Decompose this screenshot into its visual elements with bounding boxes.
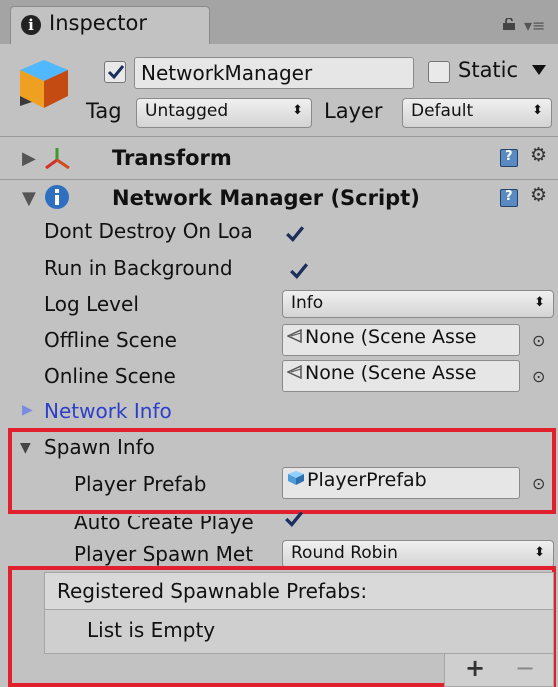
check-icon [107,65,125,80]
layer-dropdown[interactable]: Default ⬍ [402,98,552,128]
log-level-dropdown[interactable]: Info ⬍ [282,290,554,318]
network-manager-title[interactable]: Network Manager (Script) [112,186,420,210]
updown-arrow-icon: ⬍ [292,103,303,118]
dont-destroy-checkbox[interactable] [282,222,305,244]
player-prefab-label: Player Prefab [74,472,207,496]
transform-title[interactable]: Transform [112,146,232,170]
layer-label: Layer [324,99,383,123]
tag-value: Untagged [145,101,229,121]
object-picker-icon[interactable]: ⊙ [532,367,545,386]
object-picker-icon[interactable]: ⊙ [532,331,545,350]
offline-scene-label: Offline Scene [44,328,177,352]
spawnable-list-body: List is Empty [44,610,554,654]
prefab-icon [288,471,304,485]
spawn-info-foldout[interactable]: Spawn Info [44,435,155,459]
tag-label: Tag [86,99,122,123]
updown-arrow-icon: ⬍ [534,545,545,560]
help-book-icon[interactable] [500,189,518,207]
object-picker-icon[interactable]: ⊙ [532,474,545,493]
lock-icon[interactable] [502,18,516,30]
tab-inspector[interactable]: i Inspector [10,6,210,44]
offline-scene-field[interactable]: None (Scene Asse [282,324,520,356]
scene-asset-icon [287,365,302,379]
static-dropdown-icon[interactable] [532,65,546,75]
gameobject-name-field[interactable]: NetworkManager [134,57,414,89]
info-icon: i [21,15,41,35]
spawn-method-dropdown[interactable]: Round Robin ⬍ [282,540,554,568]
gear-icon[interactable]: ⚙ [530,144,547,166]
check-icon [285,512,304,528]
online-scene-value: None (Scene Asse [305,362,477,384]
add-icon[interactable]: + [465,654,485,682]
dont-destroy-label: Dont Destroy On Loa [44,219,253,243]
tag-dropdown[interactable]: Untagged ⬍ [136,98,312,128]
player-prefab-value: PlayerPrefab [307,469,427,491]
updown-arrow-icon: ⬍ [532,103,543,118]
layer-value: Default [411,101,474,121]
spawn-info-foldout-arrow[interactable]: ▼ [20,440,31,456]
static-label: Static [458,58,519,82]
transform-foldout-arrow[interactable]: ▶ [22,148,36,169]
help-book-icon[interactable] [500,149,518,167]
network-manager-foldout-arrow[interactable]: ▼ [22,188,36,209]
spawnable-list-footer: + − [444,654,554,687]
log-level-label: Log Level [44,292,139,316]
remove-icon[interactable]: − [515,654,535,682]
network-info-foldout-arrow[interactable]: ▶ [22,402,33,418]
tab-label: Inspector [49,11,147,35]
spawn-method-label: Player Spawn Met [74,542,254,566]
log-level-value: Info [291,293,324,313]
gameobject-active-checkbox[interactable] [104,61,126,83]
run-background-label: Run in Background [44,256,233,280]
spawnable-list-header: Registered Spawnable Prefabs: [44,572,554,610]
offline-scene-value: None (Scene Asse [305,326,477,348]
gear-icon[interactable]: ⚙ [530,184,547,206]
list-empty-text: List is Empty [87,618,216,642]
check-icon [290,263,309,280]
script-icon [45,185,69,209]
transform-icon [45,148,70,170]
gameobject-header: NetworkManager Static Tag Untagged ⬍ Lay… [0,44,558,137]
static-checkbox[interactable] [428,61,450,83]
gameobject-cube-icon [20,60,68,108]
run-background-checkbox[interactable] [286,259,309,281]
online-scene-field[interactable]: None (Scene Asse [282,360,520,392]
menu-icon[interactable]: ▾≡ [524,16,545,35]
spawn-method-value: Round Robin [291,543,398,563]
online-scene-label: Online Scene [44,364,176,388]
network-info-foldout[interactable]: Network Info [44,399,172,423]
auto-create-checkbox[interactable] [284,512,306,530]
spawnable-list-title: Registered Spawnable Prefabs: [57,579,368,603]
component-separator [0,179,558,180]
player-prefab-field[interactable]: PlayerPrefab [282,467,520,499]
scene-asset-icon [287,329,302,343]
tab-bar: i Inspector ▾≡ [0,0,558,44]
check-icon [286,226,305,243]
updown-arrow-icon: ⬍ [534,295,545,310]
